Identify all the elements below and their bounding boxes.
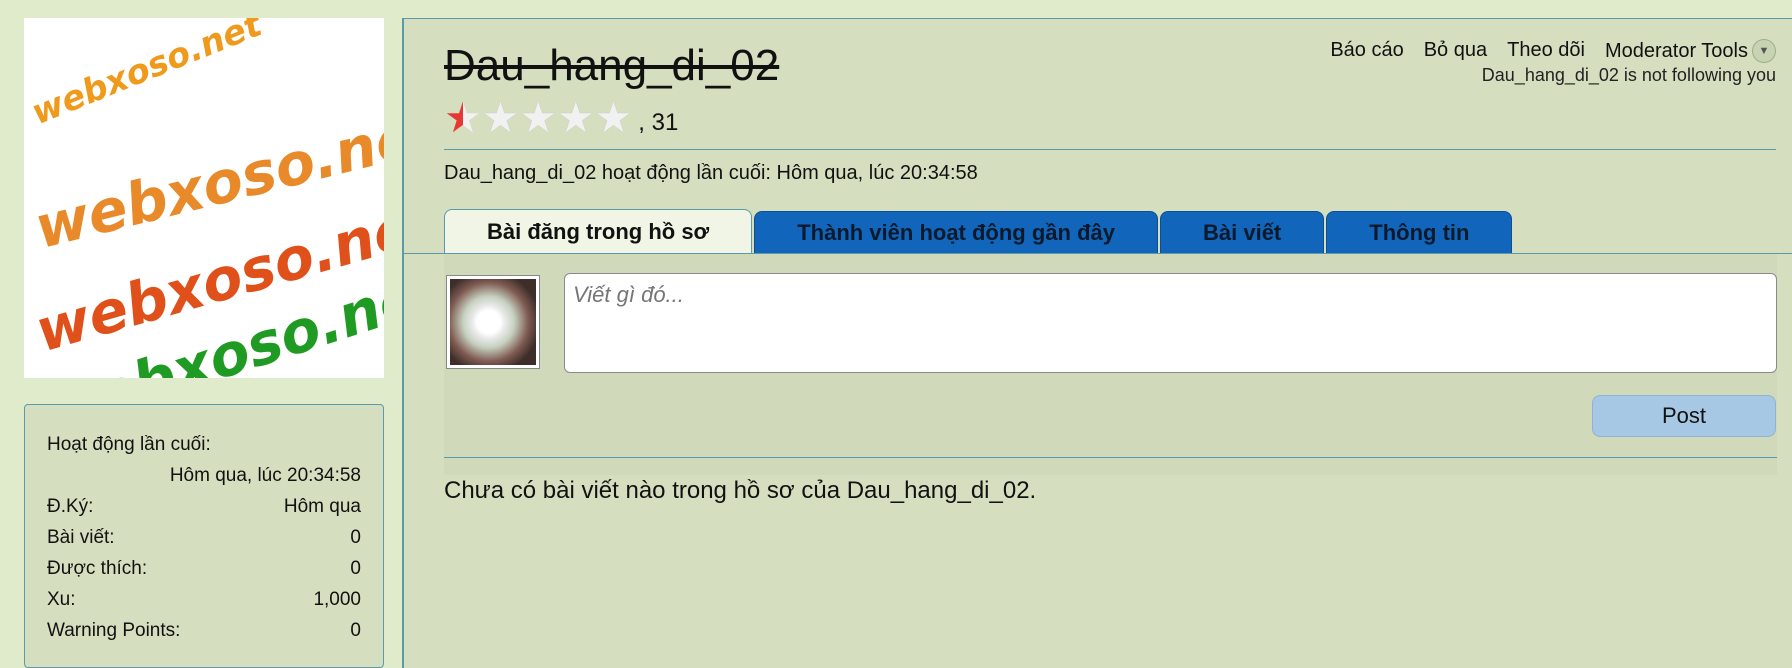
- post-button[interactable]: Post: [1592, 395, 1776, 437]
- star-icon[interactable]: ★: [595, 97, 633, 139]
- flower-avatar-image: [450, 279, 536, 365]
- stat-label: Xu:: [47, 588, 76, 610]
- profile-post-input[interactable]: [564, 273, 1777, 373]
- stat-row: Bài viết: 0: [47, 522, 361, 553]
- stat-value: Hôm qua, lúc 20:34:58: [169, 464, 361, 486]
- tab-profile-posts[interactable]: Bài đăng trong hồ sơ: [444, 209, 753, 253]
- tab-postings[interactable]: Bài viết: [1160, 211, 1325, 253]
- star-icon[interactable]: ★: [519, 97, 557, 139]
- current-user-avatar[interactable]: [446, 275, 540, 369]
- stat-value: Hôm qua: [283, 495, 361, 517]
- empty-profile-posts-message: Chưa có bài viết nào trong hồ sơ của Dau…: [444, 477, 1037, 504]
- stat-label: Đ.Ký:: [47, 495, 94, 517]
- stat-label: Warning Points:: [47, 619, 181, 641]
- profile-tabs: Bài đăng trong hồ sơ Thành viên hoạt độn…: [444, 209, 1513, 253]
- divider: [444, 149, 1776, 150]
- last-active-status: Dau_hang_di_02 hoạt động lần cuối: Hôm q…: [444, 162, 978, 184]
- profile-main-panel: Dau_hang_di_02 ★ ★ ★ ★ ★ , 31 Báo cáo Bỏ…: [402, 18, 1792, 668]
- follow-status: Dau_hang_di_02 is not following you: [1481, 65, 1776, 85]
- logo-text: webxoso.net: [26, 18, 268, 134]
- moderator-tools-label: Moderator Tools: [1604, 39, 1748, 62]
- stat-label: Hoạt động lần cuối:: [47, 433, 211, 455]
- stat-value: 1,000: [313, 588, 361, 610]
- ignore-link[interactable]: Bỏ qua: [1424, 39, 1487, 63]
- follow-link[interactable]: Theo dõi: [1507, 39, 1585, 63]
- profile-actions: Báo cáo Bỏ qua Theo dõi Moderator Tools …: [1330, 39, 1776, 63]
- stat-value: 0: [350, 557, 361, 579]
- stat-row: Warning Points: 0: [47, 615, 361, 646]
- tab-recent-activity[interactable]: Thành viên hoạt động gần đây: [754, 211, 1158, 253]
- profile-avatar[interactable]: webxoso.net webxoso.net webxoso.net webx…: [24, 18, 384, 378]
- stat-label: Bài viết:: [47, 526, 115, 548]
- stat-row: Xu: 1,000: [47, 584, 361, 615]
- rating-count: , 31: [638, 109, 679, 136]
- chevron-down-icon[interactable]: ▼: [1752, 39, 1776, 63]
- divider: [444, 457, 1777, 458]
- star-icon[interactable]: ★: [482, 97, 520, 139]
- stat-value: 0: [350, 526, 361, 548]
- moderator-tools-menu[interactable]: Moderator Tools ▼: [1605, 39, 1776, 63]
- tab-information[interactable]: Thông tin: [1326, 211, 1513, 253]
- report-link[interactable]: Báo cáo: [1330, 39, 1403, 63]
- stat-last-active-value-row: Hôm qua, lúc 20:34:58: [47, 460, 361, 491]
- stat-last-active-label-row: Hoạt động lần cuối:: [47, 429, 361, 460]
- stat-row: Được thích: 0: [47, 553, 361, 584]
- member-stats: Hoạt động lần cuối: Hôm qua, lúc 20:34:5…: [24, 404, 384, 668]
- profile-username: Dau_hang_di_02: [444, 41, 780, 90]
- stat-value: 0: [350, 619, 361, 641]
- star-icon[interactable]: ★: [557, 97, 595, 139]
- stat-row: Đ.Ký: Hôm qua: [47, 491, 361, 522]
- stat-label: Được thích:: [47, 557, 148, 579]
- star-icon[interactable]: ★: [444, 97, 482, 139]
- rating-stars: ★ ★ ★ ★ ★ , 31: [444, 97, 678, 139]
